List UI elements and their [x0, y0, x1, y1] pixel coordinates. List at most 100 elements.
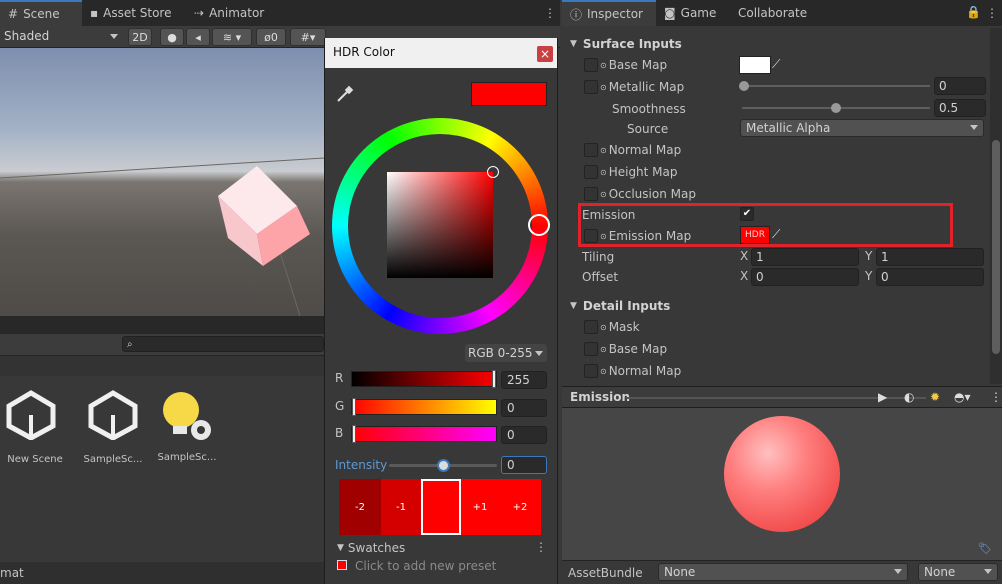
hdr-color-picker: HDR Color × RGB 0-255 R 255 G 0 B 0 Inte… [324, 38, 558, 584]
offset-y-input[interactable]: 0 [876, 268, 984, 286]
eyedropper-icon[interactable]: ⟋ [772, 57, 780, 72]
shading-dropdown[interactable]: Shaded [4, 29, 120, 45]
preview-sphere [724, 416, 840, 532]
scene-viewport[interactable] [0, 48, 324, 316]
asset-item-new-scene[interactable]: New Scene [6, 390, 64, 465]
normal-map-slot[interactable] [584, 143, 598, 157]
intensity-handle[interactable] [437, 459, 450, 472]
2d-toggle[interactable]: 2D [128, 28, 152, 46]
inspector-menu-icon[interactable]: ⋮ [986, 6, 998, 20]
saturation-value-square[interactable] [387, 166, 499, 278]
asset-bundle-variant-dropdown[interactable]: None [918, 563, 998, 581]
speaker-icon: ◂ [195, 30, 201, 44]
effects-dropdown[interactable]: ≋ ▾ [212, 28, 252, 46]
smoothness-handle[interactable] [831, 103, 841, 113]
swatches-menu-icon[interactable]: ⋮ [535, 540, 547, 554]
tag-icon[interactable]: 🏷 [978, 542, 992, 555]
emission-checkbox[interactable]: ✔ [740, 207, 754, 221]
tab-game[interactable]: ◙ Game [656, 0, 724, 26]
tiling-y-label: Y [865, 249, 873, 263]
exposure-swatch-current[interactable] [421, 479, 461, 535]
base-map-slot[interactable] [584, 58, 598, 72]
grid-snap-icon: #▾ [300, 30, 316, 44]
asset-item-sample-scene[interactable]: SampleSc... [80, 390, 146, 465]
tab-inspector[interactable]: ⓘ Inspector [562, 0, 656, 26]
add-preset-hint[interactable]: Click to add new preset [355, 559, 496, 573]
inspector-scrollbar[interactable] [990, 28, 1002, 384]
grid-snap-dropdown[interactable]: #▾ [290, 28, 326, 46]
tab-animator[interactable]: ⇢ Animator [186, 0, 272, 26]
chevron-down-icon [984, 569, 992, 574]
audio-toggle[interactable]: ◂ [186, 28, 210, 46]
metallic-slider[interactable] [739, 81, 930, 91]
mask-slot[interactable] [584, 320, 598, 334]
lock-icon[interactable]: 🔒 [966, 5, 981, 19]
target-icon: ⊙ [600, 322, 607, 332]
material-preview[interactable]: 🏷 [562, 408, 1002, 560]
base-color-field[interactable] [739, 56, 771, 74]
play-icon[interactable]: ▶ [878, 390, 887, 404]
close-button[interactable]: × [537, 46, 553, 62]
eyedropper-icon [337, 85, 354, 102]
eyedropper-button[interactable] [335, 84, 355, 104]
tiling-y-input[interactable]: 1 [876, 248, 984, 266]
offset-x-input[interactable]: 0 [751, 268, 859, 286]
intensity-input[interactable]: 0 [501, 456, 547, 474]
tab-collaborate[interactable]: Collaborate [730, 0, 815, 26]
emission-map-slot[interactable] [584, 229, 598, 243]
exposure-swatch[interactable]: -1 [381, 479, 421, 535]
swatches-foldout[interactable]: ▼ Swatches [337, 541, 405, 555]
hue-handle[interactable] [528, 214, 550, 236]
tiling-x-input[interactable]: 1 [751, 248, 859, 266]
channel-b-slider[interactable] [351, 425, 497, 443]
intensity-slider[interactable] [389, 459, 497, 472]
eye-slash-icon: ø [264, 30, 271, 44]
detail-base-map-slot[interactable] [584, 342, 598, 356]
exposure-swatch[interactable]: -2 [339, 479, 381, 535]
metallic-input[interactable]: 0 [934, 77, 986, 95]
lights-icon[interactable]: ✹ [930, 390, 940, 404]
channel-b-handle[interactable] [352, 425, 356, 443]
lighting-toggle[interactable]: ● [160, 28, 184, 46]
metallic-handle[interactable] [739, 81, 749, 91]
sphere-icon[interactable]: ◐ [904, 390, 914, 404]
channel-g-input[interactable]: 0 [501, 399, 547, 417]
channel-r-input[interactable]: 255 [501, 371, 547, 389]
exposure-swatch[interactable]: +2 [499, 479, 541, 535]
color-mode-dropdown[interactable]: RGB 0-255 [465, 344, 547, 362]
exposure-swatch[interactable]: +1 [461, 479, 499, 535]
mask-row: ⊙ Mask [566, 316, 990, 338]
channel-g-slider[interactable] [351, 398, 497, 416]
sv-handle[interactable] [487, 166, 499, 178]
metallic-map-slot[interactable] [584, 80, 598, 94]
occlusion-map-row: ⊙ Occlusion Map [566, 183, 990, 205]
shape-dropdown[interactable]: ◓▾ [954, 390, 971, 404]
channel-r-slider[interactable] [351, 370, 497, 388]
channel-r-handle[interactable] [492, 370, 496, 388]
preset-swatch[interactable] [337, 560, 347, 570]
tab-menu-icon[interactable]: ⋮ [544, 6, 556, 20]
smoothness-input[interactable]: 0.5 [934, 99, 986, 117]
height-map-slot[interactable] [584, 165, 598, 179]
hidden-objects-toggle[interactable]: ø0 [256, 28, 286, 46]
detail-normal-map-slot[interactable] [584, 364, 598, 378]
emission-color-field[interactable]: HDR [740, 226, 770, 244]
tab-asset-store[interactable]: ▪ Asset Store [82, 0, 179, 26]
project-search-input[interactable]: ⌕ [122, 336, 324, 352]
asset-bundle-dropdown[interactable]: None [658, 563, 908, 581]
scrollbar-thumb[interactable] [992, 140, 1000, 354]
eyedropper-icon[interactable]: ⟋ [772, 227, 780, 242]
detail-inputs-foldout[interactable]: ▼ Detail Inputs [566, 295, 990, 317]
channel-r-label: R [335, 371, 344, 385]
current-color-preview [471, 82, 547, 106]
preview-menu-icon[interactable]: ⋮ [990, 390, 1002, 404]
asset-item-sample-lighting[interactable]: SampleSc... [154, 388, 220, 463]
channel-g-handle[interactable] [352, 398, 356, 416]
channel-b-input[interactable]: 0 [501, 426, 547, 444]
checkmark-icon: ✔ [742, 208, 752, 219]
source-dropdown[interactable]: Metallic Alpha [740, 119, 984, 137]
surface-inputs-foldout[interactable]: ▼ Surface Inputs [566, 33, 990, 55]
tab-scene[interactable]: # Scene [0, 0, 82, 26]
smoothness-slider[interactable] [742, 103, 930, 113]
occlusion-map-slot[interactable] [584, 187, 598, 201]
